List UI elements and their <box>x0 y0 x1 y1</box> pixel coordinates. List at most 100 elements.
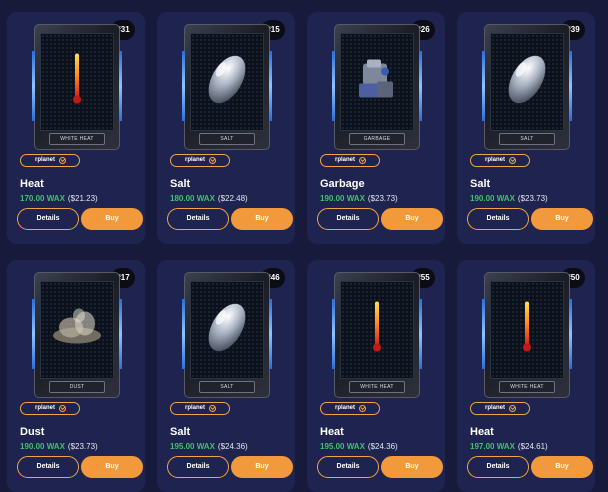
details-button[interactable]: Details <box>467 456 529 478</box>
collection-name: rplanet <box>485 405 506 411</box>
card-art-panel <box>40 33 114 131</box>
collection-tag[interactable]: rplanet <box>170 154 230 167</box>
verified-check-icon <box>359 405 366 412</box>
price: 197.00 WAX ($24.61) <box>470 442 548 451</box>
collection-tag[interactable]: rplanet <box>20 154 80 167</box>
price: 180.00 WAX ($22.48) <box>170 194 248 203</box>
price-usd: ($23.73) <box>67 442 98 451</box>
collection-name: rplanet <box>185 405 206 411</box>
nft-card[interactable]: #50 WHITE HEAT rplanet Heat 197.00 WAX ($24.6… <box>457 260 595 492</box>
collection-tag[interactable]: rplanet <box>320 402 380 415</box>
nft-card[interactable]: #17 DUST rplanet Dust 190.00 WAX ($23.73) Deta… <box>7 260 145 492</box>
nft-card[interactable]: #31 WHITE HEAT rplanet Heat 170.00 WAX ($21.2… <box>7 12 145 244</box>
verified-check-icon <box>59 157 66 164</box>
salt-art <box>205 300 249 361</box>
card-image[interactable]: GARBAGE <box>332 24 422 150</box>
verified-check-icon <box>59 405 66 412</box>
card-art-panel <box>340 33 414 131</box>
asset-name: Heat <box>20 178 44 190</box>
details-button[interactable]: Details <box>317 456 379 478</box>
price-usd: ($21.23) <box>67 194 98 203</box>
card-art-panel <box>190 33 264 131</box>
card-art-panel <box>190 281 264 379</box>
nft-card[interactable]: #15 SALT rplanet Salt 180.00 WAX ($22.48) Deta… <box>157 12 295 244</box>
price-wax: 190.00 WAX <box>320 194 365 203</box>
price-wax: 190.00 WAX <box>20 442 65 451</box>
price-wax: 170.00 WAX <box>20 194 65 203</box>
white-heat-art <box>370 300 384 361</box>
buy-button[interactable]: Buy <box>531 456 593 478</box>
nft-card[interactable]: #39 SALT rplanet Salt 190.00 WAX ($23.73) Deta… <box>457 12 595 244</box>
collection-tag[interactable]: rplanet <box>470 402 530 415</box>
buy-button[interactable]: Buy <box>381 456 443 478</box>
card-name-plate: SALT <box>499 133 555 145</box>
nft-card[interactable]: #55 WHITE HEAT rplanet Heat 195.00 WAX ($24.3… <box>307 260 445 492</box>
salt-art <box>205 52 249 113</box>
details-button[interactable]: Details <box>167 208 229 230</box>
buy-button[interactable]: Buy <box>81 456 143 478</box>
collection-tag[interactable]: rplanet <box>470 154 530 167</box>
nft-card[interactable]: #26 GARBAGE rplanet Garbage 190.00 WAX ($23.7… <box>307 12 445 244</box>
price-wax: 195.00 WAX <box>320 442 365 451</box>
price: 195.00 WAX ($24.36) <box>170 442 248 451</box>
details-button[interactable]: Details <box>17 208 79 230</box>
verified-check-icon <box>509 157 516 164</box>
card-name-plate: SALT <box>199 133 255 145</box>
asset-name: Salt <box>470 178 491 190</box>
asset-name: Salt <box>170 178 191 190</box>
card-name-plate: WHITE HEAT <box>349 381 405 393</box>
dust-art <box>49 306 105 355</box>
buy-button[interactable]: Buy <box>231 456 293 478</box>
buy-button[interactable]: Buy <box>381 208 443 230</box>
price-usd: ($23.73) <box>517 194 548 203</box>
asset-name: Heat <box>320 426 344 438</box>
card-image[interactable]: WHITE HEAT <box>332 272 422 398</box>
card-name-plate: WHITE HEAT <box>499 381 555 393</box>
buy-button[interactable]: Buy <box>231 208 293 230</box>
details-button[interactable]: Details <box>467 208 529 230</box>
details-button[interactable]: Details <box>167 456 229 478</box>
card-art-panel <box>490 33 564 131</box>
salt-art <box>505 52 549 113</box>
details-button[interactable]: Details <box>317 208 379 230</box>
collection-name: rplanet <box>335 405 356 411</box>
collection-name: rplanet <box>485 157 506 163</box>
price-wax: 197.00 WAX <box>470 442 515 451</box>
card-image[interactable]: DUST <box>32 272 122 398</box>
card-image[interactable]: SALT <box>182 272 272 398</box>
card-image[interactable]: SALT <box>182 24 272 150</box>
price: 195.00 WAX ($24.36) <box>320 442 398 451</box>
asset-name: Garbage <box>320 178 365 190</box>
buy-button[interactable]: Buy <box>81 208 143 230</box>
card-image[interactable]: WHITE HEAT <box>32 24 122 150</box>
price: 190.00 WAX ($23.73) <box>320 194 398 203</box>
buy-button[interactable]: Buy <box>531 208 593 230</box>
card-name-plate: SALT <box>199 381 255 393</box>
asset-name: Salt <box>170 426 191 438</box>
price-usd: ($24.36) <box>367 442 398 451</box>
card-image[interactable]: WHITE HEAT <box>482 272 572 398</box>
card-name-plate: DUST <box>49 381 105 393</box>
white-heat-art <box>520 300 534 361</box>
card-art-panel <box>40 281 114 379</box>
nft-card[interactable]: #46 SALT rplanet Salt 195.00 WAX ($24.36) Deta… <box>157 260 295 492</box>
card-name-plate: WHITE HEAT <box>49 133 105 145</box>
collection-tag[interactable]: rplanet <box>20 402 80 415</box>
price-usd: ($24.36) <box>217 442 248 451</box>
price-wax: 190.00 WAX <box>470 194 515 203</box>
details-button[interactable]: Details <box>17 456 79 478</box>
collection-tag[interactable]: rplanet <box>170 402 230 415</box>
verified-check-icon <box>509 405 516 412</box>
collection-name: rplanet <box>185 157 206 163</box>
card-art-panel <box>490 281 564 379</box>
price-wax: 180.00 WAX <box>170 194 215 203</box>
white-heat-art <box>70 52 84 113</box>
card-image[interactable]: SALT <box>482 24 572 150</box>
price: 190.00 WAX ($23.73) <box>20 442 98 451</box>
price-usd: ($22.48) <box>217 194 248 203</box>
verified-check-icon <box>209 157 216 164</box>
collection-tag[interactable]: rplanet <box>320 154 380 167</box>
asset-name: Heat <box>470 426 494 438</box>
card-name-plate: GARBAGE <box>349 133 405 145</box>
collection-name: rplanet <box>35 157 56 163</box>
